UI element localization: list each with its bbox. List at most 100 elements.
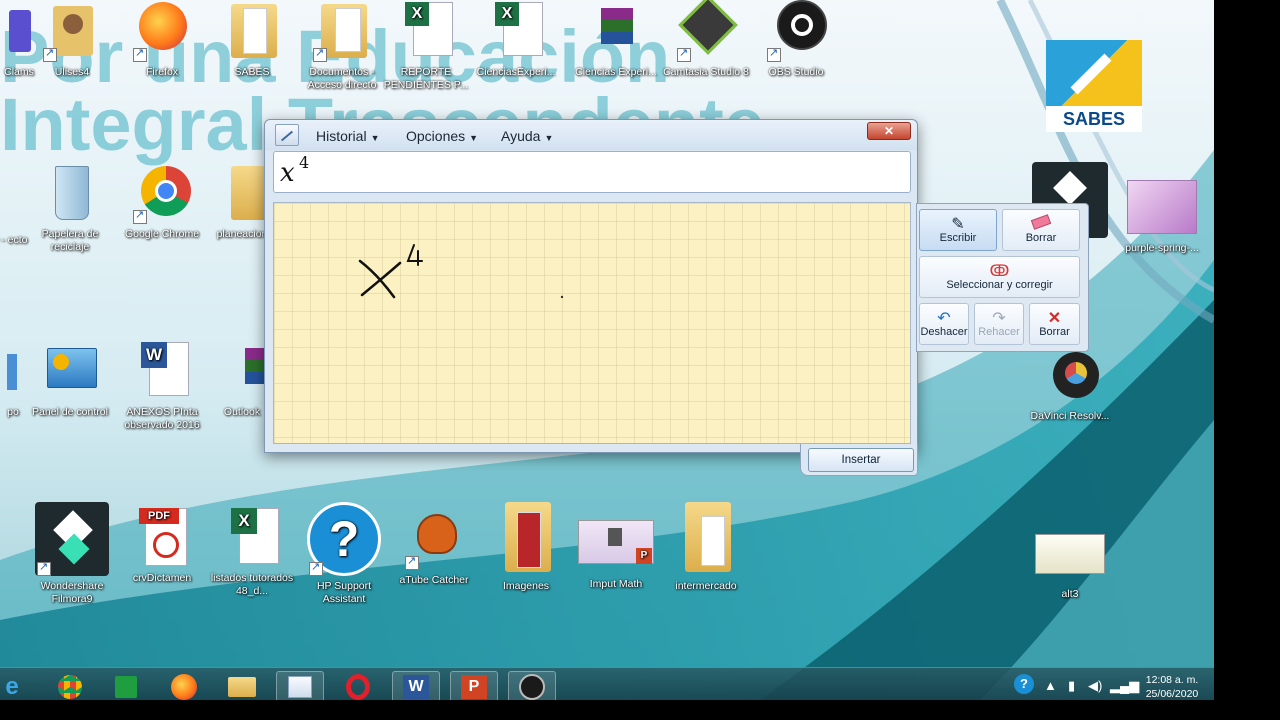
folder-icon bbox=[675, 502, 737, 572]
clear-x-icon: ✕ bbox=[1047, 310, 1062, 327]
menu-opciones[interactable]: Opciones ▼ bbox=[406, 128, 478, 144]
select-correct-button[interactable]: ↂ Seleccionar y corregir bbox=[919, 256, 1080, 298]
store-icon bbox=[115, 675, 137, 698]
letterbox-right bbox=[1214, 0, 1280, 720]
pdf-icon: PDF bbox=[131, 506, 193, 568]
taskbar-firefox[interactable] bbox=[160, 671, 208, 702]
system-clock[interactable]: 12:08 a. m. 25/06/2020 bbox=[1134, 673, 1210, 701]
eraser-icon bbox=[1003, 214, 1079, 232]
desktop-icon-ciencias-experi-1[interactable]: X CienciasExperi... bbox=[470, 0, 562, 79]
clear-button[interactable]: ✕ Borrar bbox=[1029, 303, 1080, 345]
excel-icon: X bbox=[395, 0, 457, 62]
insert-button[interactable]: Insertar bbox=[808, 448, 914, 472]
undo-icon: ↶ bbox=[937, 310, 951, 327]
desktop-icon-imput-math[interactable]: P Imput Math bbox=[570, 520, 662, 591]
desktop-icon-alt3[interactable]: alt3 bbox=[1024, 534, 1116, 601]
folder-icon bbox=[495, 502, 557, 572]
ie-icon: e bbox=[5, 672, 19, 700]
word-icon: W bbox=[403, 674, 429, 699]
math-preview-area: x 4 bbox=[273, 151, 911, 193]
desktop-icon-ciencias-experi-2[interactable]: Ciencias Experi... bbox=[570, 0, 662, 79]
title-bar[interactable]: Historial ▼ Opciones ▼ Ayuda ▼ ✕ bbox=[265, 120, 917, 150]
close-button[interactable]: ✕ bbox=[867, 122, 911, 140]
desktop-icon-purple-spring[interactable]: purple-spring-... bbox=[1116, 180, 1208, 255]
desktop-icon-davinci-resolve[interactable]: DaVinci Resolv... bbox=[1024, 352, 1116, 423]
firefox-icon bbox=[131, 0, 193, 62]
image-icon: P bbox=[578, 520, 654, 564]
firefox-icon bbox=[171, 673, 197, 700]
desktop-icon-firefox[interactable]: Firefox bbox=[116, 0, 208, 79]
battery-icon[interactable]: ▮ bbox=[1068, 678, 1075, 694]
desktop-icon-obs[interactable]: OBS Studio bbox=[750, 0, 842, 79]
word-icon: W bbox=[131, 340, 193, 402]
desktop-icon-atube-catcher[interactable]: aTube Catcher bbox=[388, 508, 480, 587]
chevron-down-icon: ▼ bbox=[469, 133, 479, 143]
davinci-icon bbox=[1039, 352, 1101, 406]
handwriting-ink bbox=[358, 244, 564, 299]
desktop-icon-ulises4[interactable]: Ulises4 bbox=[26, 0, 118, 79]
desktop-icon-hp-support[interactable]: ? HP Support Assistant bbox=[298, 502, 390, 606]
winrar-icon bbox=[585, 0, 647, 62]
taskbar-file-explorer[interactable] bbox=[218, 671, 266, 702]
redo-button[interactable]: ↷ Rehacer bbox=[974, 303, 1024, 345]
menu-ayuda[interactable]: Ayuda ▼ bbox=[501, 128, 553, 144]
pen-icon: ✎ bbox=[951, 216, 965, 233]
write-button[interactable]: ✎ Escribir bbox=[919, 209, 997, 251]
excel-icon: X bbox=[221, 506, 283, 568]
obs-icon bbox=[519, 673, 545, 700]
desktop-icon-recycle-bin[interactable]: Papelera de reciclaje bbox=[24, 162, 116, 254]
desktop-icon-imagenes[interactable]: Imagenes bbox=[480, 502, 572, 593]
taskbar-math-input-panel[interactable] bbox=[276, 671, 324, 702]
desktop-icon-camtasia[interactable]: Camtasia Studio 8 bbox=[660, 0, 752, 79]
desktop-icon-reporte-pendientes[interactable]: X REPORTE PENDIENTES P... bbox=[380, 0, 472, 92]
volume-icon[interactable]: ◀) bbox=[1088, 678, 1102, 694]
erase-button[interactable]: Borrar bbox=[1002, 209, 1080, 251]
filmora-icon bbox=[35, 502, 109, 576]
help-icon: ? bbox=[307, 502, 381, 576]
camtasia-icon bbox=[675, 0, 738, 62]
math-input-app-icon bbox=[275, 124, 299, 146]
chevron-down-icon: ▼ bbox=[544, 133, 554, 143]
undo-button[interactable]: ↶ Deshacer bbox=[919, 303, 969, 345]
clock-time: 12:08 a. m. bbox=[1145, 674, 1199, 686]
app-icon bbox=[0, 168, 17, 230]
app-icon bbox=[0, 340, 17, 402]
opera-icon bbox=[346, 673, 370, 700]
preview-base: x bbox=[280, 158, 295, 188]
chrome-icon bbox=[58, 674, 82, 699]
clock-date: 25/06/2020 bbox=[1145, 688, 1199, 700]
image-icon bbox=[1035, 534, 1105, 574]
taskbar-chrome[interactable] bbox=[46, 671, 94, 702]
image-icon bbox=[1127, 180, 1197, 234]
taskbar-opera[interactable] bbox=[334, 671, 382, 702]
desktop-icon-control-panel[interactable]: Panel de control bbox=[24, 340, 116, 419]
taskbar-word[interactable]: W bbox=[392, 671, 440, 702]
help-tray-icon[interactable]: ? bbox=[1014, 674, 1034, 694]
desktop-icon-filmora[interactable]: Wondershare Filmora9 bbox=[26, 502, 118, 606]
math-input-icon bbox=[288, 675, 312, 698]
desktop: Por una Educación Integral Trascendente … bbox=[0, 0, 1214, 720]
recycle-bin-icon bbox=[39, 162, 101, 224]
control-panel-icon bbox=[39, 340, 101, 402]
desktop-icon-sabes-folder[interactable]: SABES bbox=[206, 0, 298, 79]
obs-icon bbox=[765, 0, 827, 62]
taskbar-obs[interactable] bbox=[508, 671, 556, 702]
taskbar-store[interactable] bbox=[102, 671, 150, 702]
show-hidden-icons-button[interactable]: ▲ bbox=[1044, 678, 1057, 693]
lasso-icon: ↂ bbox=[989, 263, 1010, 280]
desktop-icon-crvdictamen[interactable]: PDF crvDictamen bbox=[116, 506, 208, 585]
letterbox-bottom bbox=[0, 700, 1214, 720]
desktop-icon-documentos[interactable]: Documentos - Acceso directo bbox=[296, 0, 388, 92]
desktop-icon-sabes-logo[interactable]: SABES bbox=[1046, 40, 1142, 136]
taskbar-ie[interactable]: e bbox=[0, 671, 36, 702]
desktop-icon-anexos-word[interactable]: W ANEXOS PInta observado 2016 bbox=[116, 340, 208, 432]
desktop-icon-listados-tutorados[interactable]: X listados tutorados 48_d... bbox=[206, 506, 298, 598]
preview-exponent: 4 bbox=[299, 153, 310, 172]
tool-panel: ✎ Escribir Borrar ↂ Seleccionar y corregir… bbox=[916, 203, 1089, 352]
taskbar-powerpoint[interactable]: P bbox=[450, 671, 498, 702]
desktop-icon-intermercado[interactable]: intermercado bbox=[660, 502, 752, 593]
sabes-logo: SABES bbox=[1046, 40, 1142, 132]
writing-area[interactable] bbox=[273, 202, 911, 444]
desktop-icon-google-chrome[interactable]: Google Chrome bbox=[116, 162, 208, 241]
menu-historial[interactable]: Historial ▼ bbox=[316, 128, 380, 144]
